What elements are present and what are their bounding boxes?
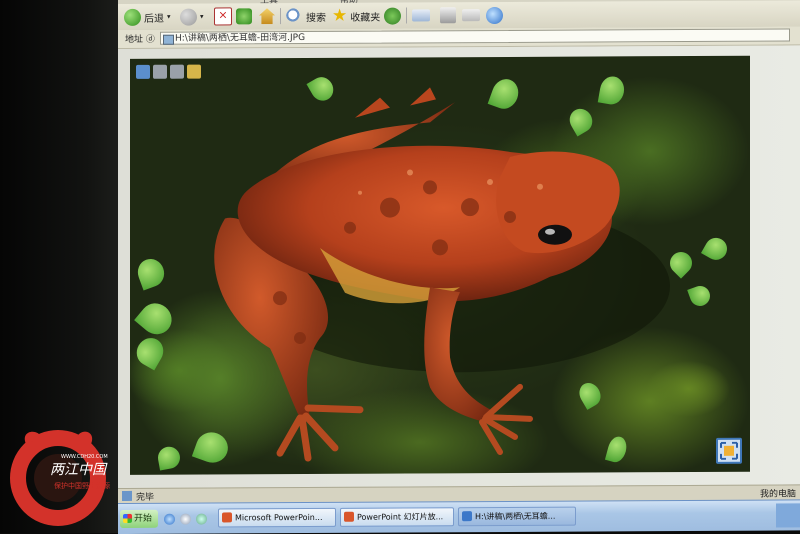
expand-icon <box>720 441 738 460</box>
home-button[interactable] <box>259 6 275 26</box>
mail-button[interactable] <box>412 5 430 25</box>
print-icon <box>440 7 456 24</box>
edit-icon <box>462 9 480 22</box>
refresh-button[interactable] <box>236 6 252 26</box>
status-zone: 我的电脑 <box>759 489 796 500</box>
media-button[interactable] <box>384 6 404 26</box>
chevron-down-icon: ▾ <box>167 12 171 21</box>
frog-photo[interactable] <box>130 55 750 475</box>
print-icon[interactable] <box>153 64 167 79</box>
stop-button[interactable]: × <box>214 6 232 26</box>
search-button-label: 搜索 <box>306 12 326 24</box>
page-content <box>118 45 800 489</box>
task-label: H:\讲稿\两栖\无耳蟾... <box>475 511 556 522</box>
toolbar-separator <box>280 8 281 25</box>
messenger-button[interactable] <box>486 5 506 25</box>
expand-image-button[interactable] <box>716 437 742 464</box>
favorites-button-label: 收藏夹 <box>350 12 381 24</box>
edit-button[interactable] <box>462 5 480 25</box>
search-icon <box>286 7 303 25</box>
forward-arrow-icon <box>180 8 197 26</box>
favorites-star-icon: ★ <box>332 5 348 26</box>
forward-button[interactable]: ▾ <box>180 7 204 27</box>
taskbar-item-slideshow[interactable]: PowerPoint 幻灯片放... <box>340 507 454 527</box>
home-icon <box>259 8 275 24</box>
system-tray[interactable] <box>776 503 800 528</box>
address-label: 地址 ⓓ <box>125 34 155 45</box>
favorites-button[interactable]: ★ 收藏夹 <box>332 5 381 26</box>
watermark-slogan: 保护中国野生资源 <box>54 481 110 490</box>
taskbar-item-powerpoint[interactable]: Microsoft PowerPoin... <box>218 507 336 528</box>
browser-window: 工具 帮助 后退 ▾ ▾ × 搜索 ★ 收藏夹 <box>118 0 800 534</box>
print-button[interactable] <box>440 5 456 25</box>
search-button[interactable]: 搜索 <box>286 6 326 26</box>
file-icon <box>163 34 174 45</box>
mail-icon[interactable] <box>170 64 184 79</box>
task-label: PowerPoint 幻灯片放... <box>357 512 444 522</box>
taskbar: 开始 Microsoft PowerPoin... PowerPoint 幻灯片… <box>118 499 800 534</box>
address-value: H:\讲稿\两栖\无耳蟾-田湾河.JPG <box>175 33 306 44</box>
stop-icon: × <box>214 7 232 26</box>
save-icon[interactable] <box>136 64 150 79</box>
folder-icon[interactable] <box>187 64 201 79</box>
chevron-down-icon: ▾ <box>200 12 204 21</box>
frog <box>214 87 670 462</box>
ie-icon <box>486 6 503 24</box>
address-input[interactable]: H:\讲稿\两栖\无耳蟾-田湾河.JPG <box>160 28 790 45</box>
watermark-name: 两江中国 <box>50 462 108 478</box>
back-arrow-icon <box>124 8 141 26</box>
image-toolbar <box>136 64 201 79</box>
back-button[interactable]: 后退 ▾ <box>124 7 171 27</box>
refresh-icon <box>236 8 252 25</box>
toolbar-separator <box>406 7 407 24</box>
back-button-label: 后退 <box>144 13 164 25</box>
media-icon <box>384 7 401 25</box>
watermark-site: WWW.CDH20.COM <box>61 454 108 460</box>
task-label: Microsoft PowerPoin... <box>235 512 323 523</box>
mail-icon <box>412 9 430 22</box>
taskbar-item-browser[interactable]: H:\讲稿\两栖\无耳蟾... <box>458 506 576 527</box>
watermark-logo: WWW.CDH20.COM 两江中国 保护中国野生资源 <box>10 430 110 526</box>
